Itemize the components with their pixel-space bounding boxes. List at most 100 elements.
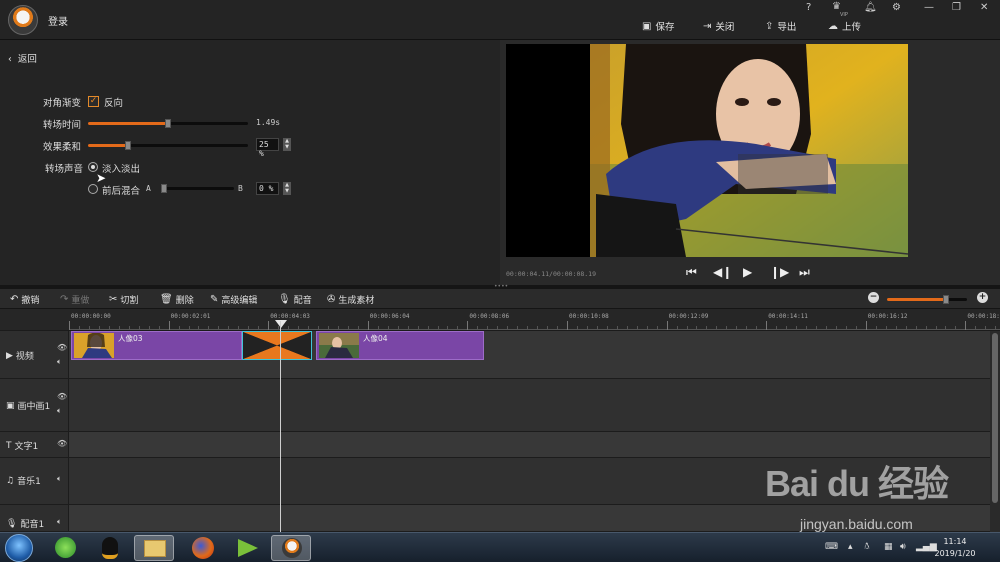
minimize-icon[interactable]: — <box>924 2 934 13</box>
softness-label: 效果柔和 <box>43 142 82 153</box>
advanced-edit-button[interactable]: ✎ 高级编辑 <box>210 293 257 306</box>
ruler-minor-tick <box>218 326 220 330</box>
dub-button[interactable]: 🎙︎ 配音 <box>278 293 312 306</box>
time-ruler[interactable]: 00:00:00:00 00:00:02:01 00:00:04:03 00:00:0… <box>69 309 1000 330</box>
bell-icon[interactable]: 🔔︎ <box>864 2 877 13</box>
login-button[interactable]: 登录 <box>48 13 68 28</box>
scissors-icon: ✂ <box>109 294 118 305</box>
ruler-tick-label: 00:00:10:08 <box>569 313 609 320</box>
ruler-minor-tick <box>786 326 788 330</box>
ruler-tick-label: 00:00:16:12 <box>867 313 908 320</box>
help-icon[interactable]: ? <box>806 2 811 13</box>
playhead-line[interactable] <box>280 321 281 532</box>
speaker-icon[interactable]: 🔈︎ <box>57 406 62 416</box>
ruler-minor-tick <box>885 326 887 330</box>
eye-icon[interactable]: 👁︎ <box>57 392 67 401</box>
ruler-minor-tick <box>447 326 449 330</box>
mix-slider-handle[interactable] <box>161 184 167 193</box>
softness-input[interactable]: 25 % <box>256 138 279 158</box>
timeline-scrollbar[interactable] <box>990 331 1000 532</box>
zoom-in-icon[interactable]: + <box>977 292 988 303</box>
cut-button[interactable]: ✂ 切割 <box>109 293 138 306</box>
softness-slider-handle[interactable] <box>125 141 131 150</box>
tray-app-icon[interactable]: ▦ <box>884 542 893 552</box>
zoom-slider[interactable] <box>887 295 967 304</box>
ruler-minor-tick <box>816 326 817 330</box>
undo-button[interactable]: ↶ 撤销 <box>10 293 39 306</box>
back-button[interactable]: ‹ 返回 <box>8 51 37 65</box>
ruler-minor-tick <box>108 326 110 330</box>
transition-properties-panel: ‹ 返回 对角渐变 ✓ 反向 转场时间 1.49s 效果柔和 25 % ▲ ▼ 转… <box>0 40 500 285</box>
generate-asset-button[interactable]: ✇ 生成素材 <box>327 293 374 306</box>
mix-radio[interactable] <box>88 184 98 194</box>
play-icon[interactable]: ▶ <box>743 265 752 279</box>
title-bar: 登录 ? ♛ VIP 🔔︎ ⚙ — ❐ ✕ ▣ 保存 ⇥ 关闭 ⇪ 导出 ☁ 上… <box>0 0 1000 40</box>
microphone-icon: 🎙︎ <box>6 518 18 529</box>
ruler-minor-tick <box>537 326 539 330</box>
duration-label: 转场时间 <box>43 120 82 131</box>
preview-image <box>590 44 908 257</box>
step-forward-icon[interactable]: ❙▶ <box>770 265 789 279</box>
ruler-minor-tick <box>636 326 638 330</box>
step-back-icon[interactable]: ◀❙ <box>713 265 732 279</box>
show-hidden-icon[interactable]: ▴ <box>848 542 853 552</box>
volume-icon[interactable]: 🔊︎ <box>900 542 906 552</box>
gear-icon[interactable]: ⚙ <box>892 2 901 13</box>
tray-qq-icon[interactable]: 🐧︎ <box>864 542 870 553</box>
keyboard-icon[interactable]: ⌨ <box>825 542 838 552</box>
mix-slider[interactable] <box>161 184 234 193</box>
mix-spinner[interactable]: ▲ ▼ <box>283 182 291 195</box>
playhead-handle[interactable] <box>275 320 287 328</box>
video-clip-portrait04[interactable]: 人像04 <box>316 331 484 360</box>
delete-button[interactable]: 🗑︎ 删除 <box>160 293 194 306</box>
start-button[interactable] <box>5 534 33 562</box>
export-button[interactable]: ⇪ 导出 <box>765 19 796 34</box>
ruler-minor-tick <box>905 326 907 330</box>
transition-clip[interactable] <box>242 331 312 360</box>
skip-to-end-icon[interactable]: ⏭ <box>799 265 810 280</box>
speaker-icon[interactable]: 🔈︎ <box>57 517 62 527</box>
redo-button[interactable]: ↷ 重做 <box>60 293 89 306</box>
vip-icon[interactable]: ♛ <box>832 1 841 12</box>
duration-slider[interactable] <box>88 119 248 128</box>
taskbar-app-firefox[interactable] <box>183 535 223 561</box>
zoom-slider-handle[interactable] <box>943 295 949 304</box>
duration-slider-handle[interactable] <box>165 119 171 128</box>
video-track-icon: ▶ <box>6 350 13 361</box>
restore-icon[interactable]: ❐ <box>952 2 961 13</box>
clock-time: 11:14 <box>943 537 967 546</box>
save-button[interactable]: ▣ 保存 <box>642 19 674 34</box>
taskbar-app-player[interactable] <box>228 535 268 561</box>
ruler-minor-tick <box>746 326 748 330</box>
zoom-out-icon[interactable]: − <box>868 292 879 303</box>
taskbar-app-explorer[interactable] <box>134 535 174 561</box>
taskbar-app-video-editor[interactable] <box>271 535 311 561</box>
speaker-icon[interactable]: 🔈︎ <box>57 474 62 484</box>
ruler-minor-tick <box>138 326 140 330</box>
ruler-minor-tick <box>228 326 230 330</box>
upload-button[interactable]: ☁ 上传 <box>828 19 861 34</box>
taskbar-app-qq[interactable] <box>90 535 130 561</box>
ruler-minor-tick <box>527 326 529 330</box>
softness-slider[interactable] <box>88 141 248 150</box>
taskbar-app-360[interactable] <box>45 535 85 561</box>
skip-to-start-icon[interactable]: ⏮ <box>686 265 697 280</box>
mix-input[interactable]: 0 % <box>256 182 279 195</box>
softness-spinner[interactable]: ▲ ▼ <box>283 138 291 151</box>
system-clock[interactable]: 11:14 2019/1/20 <box>930 536 980 560</box>
pip-track[interactable] <box>69 379 990 432</box>
eye-icon[interactable]: 👁︎ <box>57 343 67 352</box>
mix-b-label: B <box>238 184 243 193</box>
speaker-icon[interactable]: 🔈︎ <box>57 357 62 367</box>
reverse-checkbox[interactable]: ✓ <box>88 96 99 107</box>
close-project-button[interactable]: ⇥ 关闭 <box>703 19 734 34</box>
ruler-major-tick <box>766 321 768 330</box>
close-window-icon[interactable]: ✕ <box>980 2 988 13</box>
video-clip-portrait03[interactable]: 人像03 <box>71 331 242 360</box>
eye-icon[interactable]: 👁︎ <box>57 439 67 448</box>
zoom-slider-fill <box>887 298 946 301</box>
scrollbar-thumb[interactable] <box>992 333 998 503</box>
ruler-corner <box>0 309 69 330</box>
video-track-label: 视频 <box>15 352 34 362</box>
ruler-minor-tick <box>806 326 808 330</box>
